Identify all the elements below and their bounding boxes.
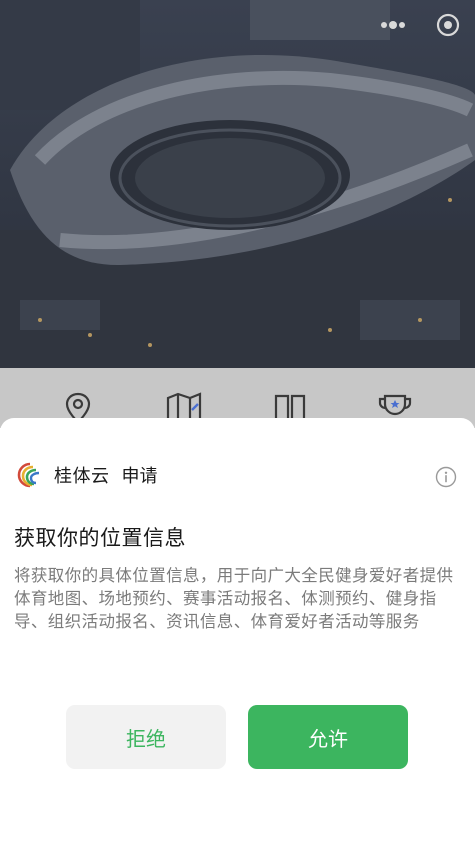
request-label: 申请	[121, 466, 158, 487]
permission-description: 将获取你的具体位置信息，用于向广大全民健身爱好者提供体育地图、场地预约、赛事活动…	[14, 566, 454, 631]
permission-sheet: 桂体云 申请 获取你的位置信息 将获取你的具体位置信息，用于向广大全民健身爱好者…	[0, 418, 475, 847]
screen: 桂体云 申请 获取你的位置信息 将获取你的具体位置信息，用于向广大全民健身爱好者…	[0, 0, 475, 847]
permission-title: 获取你的位置信息	[14, 526, 186, 550]
info-icon[interactable]	[435, 466, 457, 488]
app-name: 桂体云	[54, 466, 110, 487]
sheet-header: 桂体云 申请	[16, 458, 158, 492]
app-logo-icon	[17, 462, 40, 488]
deny-button[interactable]: 拒绝	[66, 705, 226, 769]
allow-button[interactable]: 允许	[248, 705, 408, 769]
